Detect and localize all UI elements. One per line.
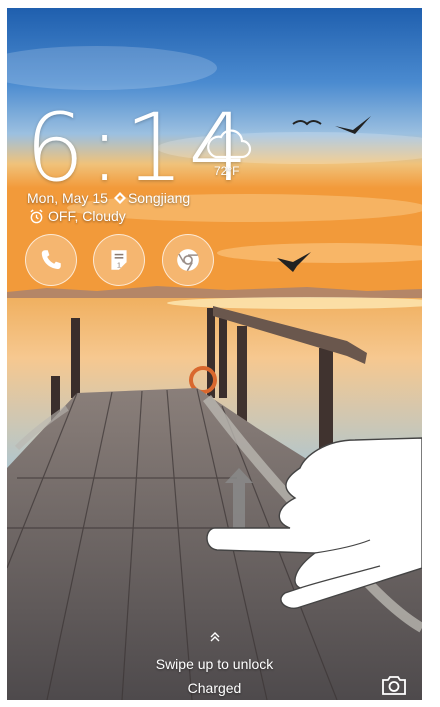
charging-status-text: Charged — [187, 680, 242, 696]
phone-shortcut-button[interactable] — [25, 234, 77, 286]
swipe-arrow-icon — [225, 468, 253, 528]
memo-badge: 1 — [117, 261, 121, 270]
camera-icon[interactable] — [381, 674, 407, 696]
cloud-icon — [207, 129, 252, 159]
alarm-status-text: OFF, Cloudy — [48, 208, 126, 224]
memo-shortcut-button[interactable]: 1 — [93, 234, 145, 286]
alarm-clock-icon — [30, 208, 43, 223]
location-text: Songjiang — [127, 190, 191, 206]
weather-temperature: 72°F — [214, 164, 240, 178]
location-icon — [113, 192, 126, 204]
phone-icon — [41, 250, 61, 270]
swipe-gesture-hand-illustration — [206, 437, 422, 609]
swipe-up-chevron-icon — [7, 630, 422, 646]
alarm-row: OFF, Cloudy — [29, 208, 126, 224]
date-text: Mon, May 15 — [27, 190, 108, 206]
memo-icon: 1 — [111, 250, 127, 270]
chrome-icon — [177, 249, 199, 272]
lock-screen: 6:14 72°F Mon, May 15 Songjiang OFF, Clo… — [7, 8, 422, 700]
chrome-shortcut-button[interactable] — [162, 234, 214, 286]
date-location-row: Mon, May 15 Songjiang — [27, 190, 190, 206]
swipe-to-unlock-hint[interactable]: Swipe up to unlock — [7, 656, 422, 672]
